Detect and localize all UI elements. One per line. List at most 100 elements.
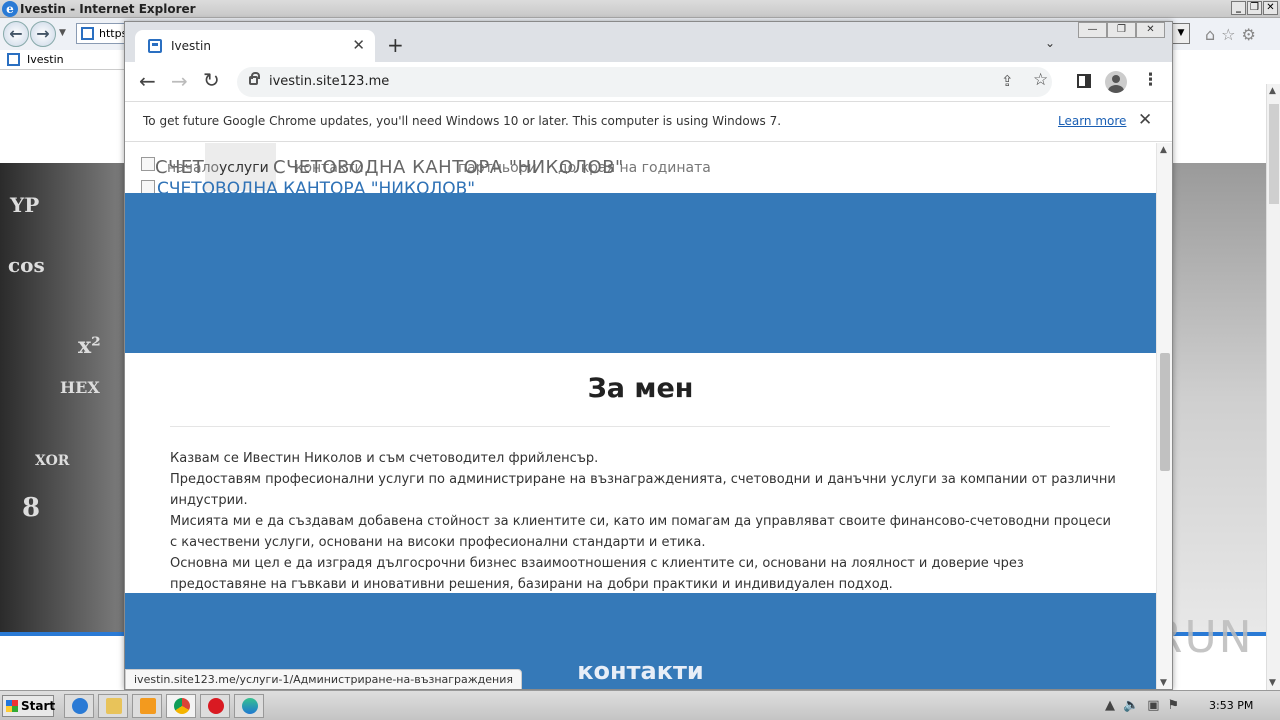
site-navbar: СЧЕТ начало услуги контакти партньори до…: [125, 143, 1156, 199]
bookmark-star-icon[interactable]: ☆: [1033, 70, 1048, 90]
chrome-toolbar: ← → ↻ ivestin.site123.me ⇪ ☆ ⋮: [125, 62, 1172, 102]
opera-icon: [208, 698, 224, 714]
link-hover-status: ivestin.site123.me/услуги-1/Администрира…: [125, 669, 522, 689]
profile-avatar-icon[interactable]: [1105, 71, 1127, 93]
about-divider: [170, 426, 1110, 427]
desktop: e Ivestin - Internet Explorer _ ❐ ✕ ← → …: [0, 0, 1280, 720]
chrome-minimize-icon[interactable]: —: [1078, 22, 1107, 38]
taskbar: Start ▲ 🔈 ▣ ⚑ 3:53 PM: [0, 690, 1280, 720]
chrome-taskbar-icon: [174, 698, 190, 714]
ie-hero-image-right: [1172, 163, 1267, 633]
taskbar-ie-button[interactable]: [64, 694, 94, 718]
taskbar-explorer-button[interactable]: [98, 694, 128, 718]
chrome-close-icon[interactable]: ✕: [1136, 22, 1165, 38]
calculator-key-image: x²: [78, 333, 101, 359]
folder-icon: [106, 698, 122, 714]
ie-close-icon[interactable]: ✕: [1263, 1, 1278, 15]
update-infobar: To get future Google Chrome updates, you…: [125, 102, 1172, 142]
ie-back-icon[interactable]: ←: [3, 21, 29, 47]
tab-search-chevron-icon[interactable]: ⌄: [1045, 36, 1055, 50]
calculator-key-image: 8: [22, 493, 41, 523]
ie-forward-icon[interactable]: →: [30, 21, 56, 47]
volume-icon[interactable]: 🔈: [1123, 698, 1139, 713]
chrome-tab-title: Ivestin: [171, 39, 211, 53]
infobar-close-icon[interactable]: ✕: [1138, 110, 1152, 130]
scroll-thumb[interactable]: [1160, 353, 1170, 471]
edge-icon: [242, 698, 258, 714]
scroll-down-icon[interactable]: ▼: [1160, 678, 1167, 688]
broken-logo-image-icon-2: [141, 180, 155, 194]
about-text: Казвам се Ивестин Николов и съм счетовод…: [170, 448, 1120, 595]
ie-scroll-thumb[interactable]: [1269, 104, 1279, 204]
action-center-flag-icon[interactable]: ⚑: [1167, 698, 1179, 713]
ie-window-controls: _ ❐ ✕: [1231, 1, 1278, 15]
windows-flag-icon: [6, 700, 18, 712]
ie-window-title: Ivestin - Internet Explorer: [20, 2, 196, 16]
chrome-tab[interactable]: Ivestin ✕: [135, 30, 375, 62]
tab-close-icon[interactable]: ✕: [352, 36, 365, 54]
ie-tab-label: Ivestin: [27, 53, 64, 66]
site-favicon-icon: [148, 39, 162, 53]
ie-tab[interactable]: Ivestin: [0, 50, 125, 70]
chrome-window: Ivestin ✕ + ⌄ — ❐ ✕ ← → ↻ ivestin.site12…: [124, 21, 1173, 690]
nav-item-services[interactable]: услуги: [219, 160, 269, 176]
learn-more-link[interactable]: Learn more: [1058, 114, 1126, 128]
ie-title-bar: e Ivestin - Internet Explorer _ ❐ ✕: [0, 0, 1280, 18]
about-paragraph: Казвам се Ивестин Николов и съм счетовод…: [170, 451, 599, 466]
about-heading: За мен: [587, 373, 694, 404]
ie-scrollbar[interactable]: ▲ ▼: [1266, 84, 1280, 690]
ie-page-icon: [81, 27, 94, 40]
side-panel-icon[interactable]: [1077, 74, 1091, 88]
calculator-key-image: XOR: [35, 453, 70, 469]
back-arrow-icon[interactable]: ←: [139, 69, 156, 93]
chrome-restore-icon[interactable]: ❐: [1107, 22, 1136, 38]
site-brand-title[interactable]: СЧЕТОВОДНА КАНТОРА "НИКОЛОВ": [273, 157, 624, 178]
ie-restore-icon[interactable]: ❐: [1247, 1, 1262, 15]
about-paragraph: Основна ми цел е да изградя дългосрочни …: [170, 556, 1024, 592]
chrome-window-controls: — ❐ ✕: [1078, 22, 1165, 38]
ie-favorites-icon[interactable]: ☆: [1221, 25, 1235, 44]
start-label: Start: [21, 699, 56, 713]
omnibox-url[interactable]: ivestin.site123.me: [269, 74, 389, 89]
chrome-tab-bar: Ivestin ✕ + ⌄ — ❐ ✕: [125, 22, 1172, 62]
taskbar-opera-button[interactable]: [200, 694, 230, 718]
scroll-up-icon[interactable]: ▲: [1160, 145, 1167, 155]
reload-icon[interactable]: ↻: [203, 68, 220, 92]
system-tray: ▲ 🔈 ▣ ⚑: [1105, 698, 1179, 713]
ie-logo-icon: e: [2, 1, 18, 17]
tray-expand-icon[interactable]: ▲: [1105, 698, 1115, 713]
ie-settings-gear-icon[interactable]: ⚙: [1242, 25, 1256, 44]
media-player-icon: [140, 698, 156, 714]
ie-tab-page-icon: [7, 53, 20, 66]
share-icon[interactable]: ⇪: [1001, 72, 1014, 90]
ie-address-dropdown-icon[interactable]: ▼: [1172, 23, 1190, 44]
lock-icon[interactable]: [249, 72, 260, 85]
about-paragraph: Предоставям професионални услуги по адми…: [170, 472, 1116, 508]
omnibox[interactable]: ivestin.site123.me ⇪ ☆: [237, 67, 1052, 97]
ie-history-dropdown-icon[interactable]: ▼: [59, 28, 66, 38]
start-button[interactable]: Start: [2, 695, 56, 717]
ie-scroll-up-icon[interactable]: ▲: [1269, 86, 1276, 96]
infobar-message: To get future Google Chrome updates, you…: [143, 114, 782, 128]
broken-logo-image-icon: [141, 157, 155, 171]
taskbar-media-button[interactable]: [132, 694, 162, 718]
about-paragraph: Мисията ми е да създавам добавена стойно…: [170, 514, 1111, 550]
taskbar-edge-button[interactable]: [234, 694, 264, 718]
calculator-key-image: YP: [10, 193, 40, 217]
hero-banner: [125, 193, 1156, 353]
ie-scroll-down-icon[interactable]: ▼: [1269, 678, 1276, 688]
calculator-key-image: cos: [8, 253, 45, 277]
network-icon[interactable]: ▣: [1147, 698, 1159, 713]
web-page-viewport: СЧЕТ начало услуги контакти партньори до…: [125, 143, 1156, 689]
chrome-menu-kebab-icon[interactable]: ⋮: [1142, 70, 1159, 90]
forward-arrow-icon[interactable]: →: [171, 69, 188, 93]
ie-home-icon[interactable]: ⌂: [1205, 25, 1215, 44]
nav-item-home[interactable]: начало: [167, 160, 219, 176]
ie-minimize-icon[interactable]: _: [1231, 1, 1246, 15]
taskbar-chrome-button[interactable]: [166, 694, 196, 718]
calculator-key-image: HEX: [60, 378, 100, 397]
page-scrollbar[interactable]: ▲ ▼: [1156, 143, 1172, 689]
new-tab-plus-icon[interactable]: +: [387, 33, 404, 57]
taskbar-clock[interactable]: 3:53 PM: [1209, 699, 1253, 712]
ie-toolbar-icons: ⌂ ☆ ⚙: [1205, 25, 1256, 44]
